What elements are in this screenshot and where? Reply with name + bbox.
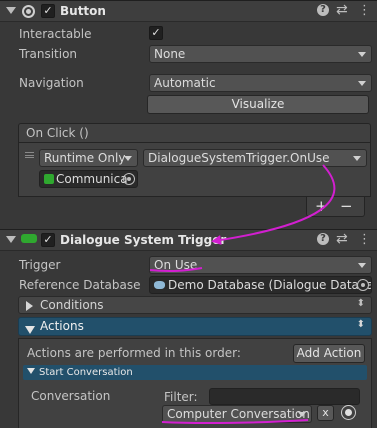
annotation-overlay xyxy=(149,164,336,425)
annotation-underline-conversation xyxy=(161,419,309,425)
annotation-arrow xyxy=(211,164,336,245)
annotation-underline-trigger xyxy=(149,267,203,273)
